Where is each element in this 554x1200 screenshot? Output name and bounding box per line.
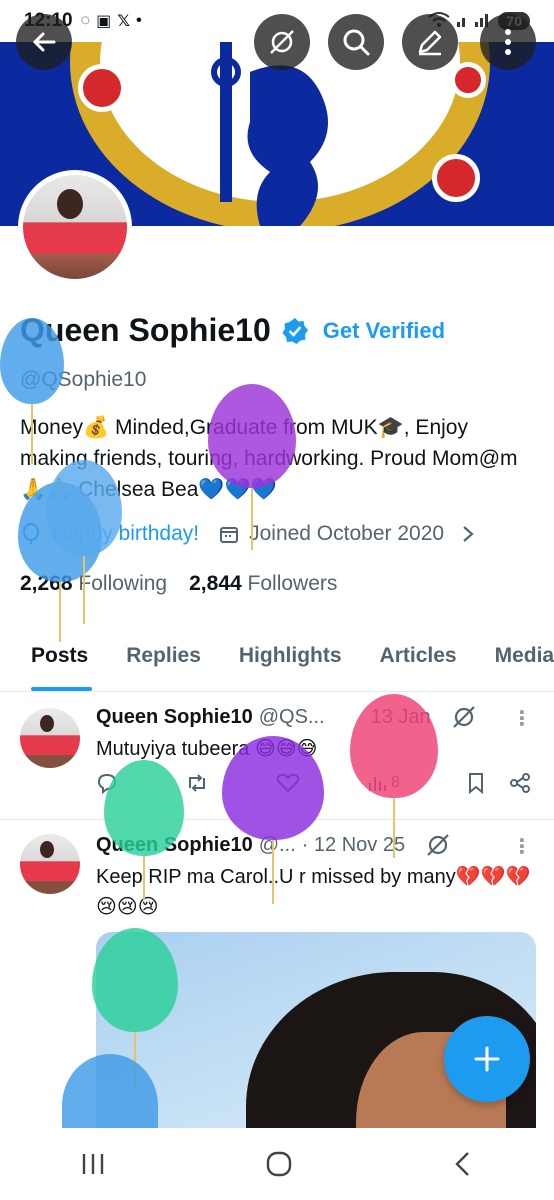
share-icon[interactable] (509, 772, 531, 794)
notification-icons: ◌ ▣ 𝕏 • (81, 11, 142, 31)
edit-button[interactable] (402, 14, 458, 70)
back-nav-icon[interactable] (450, 1149, 476, 1179)
profile-name: Queen Sophie10 (20, 312, 271, 348)
like-icon[interactable] (276, 772, 300, 794)
post-actions: 8 (96, 772, 531, 794)
vertical-dots-icon (505, 29, 511, 55)
reply-icon[interactable] (96, 772, 118, 794)
profile-bio: Money💰 Minded,Graduate from MUK🎓, Enjoy … (20, 416, 518, 501)
joined-date: Joined October 2020 (249, 522, 445, 545)
post-more-icon[interactable]: ⋮ (512, 834, 532, 859)
compose-post-button[interactable] (444, 1016, 530, 1102)
grok-button[interactable] (254, 14, 310, 70)
search-icon (343, 29, 370, 56)
profile-tabs: Posts Replies Highlights Articles Media (0, 632, 554, 692)
views-stat[interactable]: 8 (367, 773, 400, 793)
pencil-icon (418, 30, 442, 56)
verified-badge-icon (282, 317, 308, 344)
post-author-handle: @... (258, 833, 296, 856)
views-count: 8 (391, 774, 400, 791)
home-icon[interactable] (264, 1149, 294, 1179)
recent-apps-icon[interactable] (78, 1151, 108, 1177)
post-author-name: Queen Sophie10 (96, 833, 253, 856)
arrow-left-icon (32, 32, 56, 52)
more-options-button[interactable] (480, 14, 536, 70)
bookmark-icon[interactable] (467, 772, 485, 794)
profile-meta: Happy birthday! Joined October 2020 (20, 522, 476, 546)
grok-icon (270, 30, 294, 54)
rose-icon (78, 64, 126, 112)
search-button[interactable] (328, 14, 384, 70)
back-button[interactable] (16, 14, 72, 70)
post-text: Mutuyiya tubeera 😅😅😅 (96, 738, 318, 760)
plus-icon (474, 1046, 500, 1072)
lion-crest-icon (211, 42, 328, 226)
avatar-photo (23, 175, 127, 279)
post-author-name: Queen Sophie10 (96, 705, 253, 728)
dot-icon: • (136, 12, 142, 29)
repost-icon[interactable] (185, 772, 209, 794)
post-avatar[interactable] (20, 834, 80, 894)
get-verified-link[interactable]: Get Verified (323, 318, 445, 344)
post-date: 13 Jan (370, 705, 431, 728)
post-text: Keep RIP ma Carol..U r missed by many💔💔💔… (96, 866, 531, 918)
whatsapp-icon: ◌ (80, 12, 91, 29)
chevron-right-icon[interactable] (460, 524, 476, 544)
tab-highlights[interactable]: Highlights (220, 632, 361, 691)
tab-articles[interactable]: Articles (361, 632, 476, 691)
profile-handle: @QSophie10 (20, 368, 147, 391)
follow-stats: 2,268 Following 2,844 Followers (20, 572, 337, 596)
calendar-icon (220, 527, 239, 543)
post-header: Queen Sophie10 @QS... 13 Jan (96, 704, 477, 730)
birthday-text[interactable]: Happy birthday! (52, 522, 199, 546)
tab-posts[interactable]: Posts (0, 632, 107, 691)
following-link[interactable]: 2,268 Following (20, 572, 167, 596)
followers-link[interactable]: 2,844 Followers (189, 572, 337, 596)
post-more-icon[interactable]: ⋮ (512, 706, 532, 731)
profile-avatar[interactable] (18, 170, 132, 284)
profile-name-row: Queen Sophie10 Get Verified (20, 312, 445, 349)
views-icon (369, 777, 387, 791)
x-app-icon: 𝕏 (117, 13, 131, 30)
rose-icon (450, 62, 486, 98)
balloon-icon (23, 523, 39, 544)
system-nav-bar (0, 1128, 554, 1200)
post-avatar[interactable] (20, 708, 80, 768)
tab-replies[interactable]: Replies (107, 632, 220, 691)
post-date: · 12 Nov 25 (301, 833, 406, 856)
rose-icon (432, 154, 480, 202)
post-item[interactable]: Queen Sophie10 @QS... 13 Jan ⋮ Mutuyiya … (0, 692, 554, 820)
screenshot-icon: ▣ (96, 13, 112, 30)
post-header: Queen Sophie10 @... · 12 Nov 25 (96, 832, 451, 858)
tab-media[interactable]: Media (476, 632, 554, 691)
grok-icon[interactable] (451, 704, 477, 730)
post-author-handle: @QS... (258, 705, 325, 728)
grok-icon[interactable] (425, 832, 451, 858)
